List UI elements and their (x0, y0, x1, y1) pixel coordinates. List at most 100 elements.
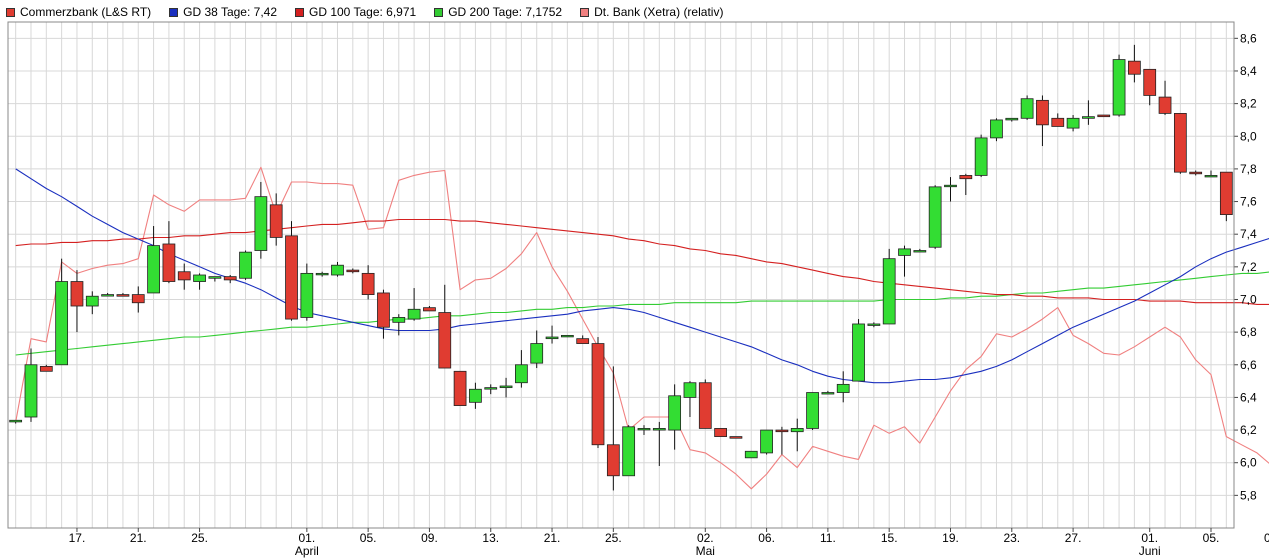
x-tick-label: 25. (191, 531, 208, 545)
candle-body (545, 336, 559, 340)
candle-body (55, 281, 69, 366)
y-tick-label: 6,6 (1240, 358, 1257, 372)
candle-body (438, 312, 452, 369)
chart-container: Commerzbank (L&S RT) GD 38 Tage: 7,42 GD… (0, 0, 1269, 560)
candle-body (1036, 99, 1049, 126)
candle-body (223, 276, 237, 281)
candle-body (392, 317, 406, 323)
candle-body (729, 436, 743, 439)
x-tick-label: 13. (482, 531, 499, 545)
candle-body (24, 364, 38, 418)
candle-body (867, 323, 881, 326)
candle-body (698, 382, 712, 429)
candle-body (790, 428, 804, 433)
x-tick-label: 05. (360, 531, 377, 545)
candle-body (530, 343, 544, 364)
candle-body (974, 137, 988, 176)
x-tick-label: 01. (1141, 531, 1158, 545)
candle-body (423, 307, 436, 312)
candle-body (300, 272, 314, 318)
x-tick-label: 09. (421, 531, 438, 545)
y-tick-label: 7,2 (1240, 260, 1257, 274)
candle-body (177, 271, 191, 281)
candle-body (852, 323, 865, 382)
month-label: April (295, 544, 319, 558)
candle-body (683, 382, 697, 398)
y-tick-label: 7,0 (1240, 292, 1257, 306)
candle-body (39, 366, 53, 372)
candle-body (1143, 68, 1157, 96)
candle-body (515, 364, 528, 384)
candle-body (606, 444, 620, 477)
y-tick-label: 7,6 (1240, 195, 1257, 209)
candle-body (331, 264, 344, 276)
candle-body (576, 338, 590, 344)
candle-body (193, 274, 206, 282)
x-tick-label: 09. (1264, 531, 1269, 545)
candle-body (959, 175, 973, 180)
x-tick-label: 06. (758, 531, 775, 545)
candle-body (882, 258, 896, 325)
candle-body (760, 429, 773, 454)
candles (9, 44, 1233, 491)
candle-body (315, 272, 329, 276)
candle-body (85, 295, 99, 307)
candle-body (637, 428, 651, 431)
candle-body (591, 343, 605, 446)
y-tick-label: 6,0 (1240, 456, 1257, 470)
plot-frame (7, 21, 1235, 529)
candle-body (9, 419, 23, 423)
x-tick-label: 01. (298, 531, 315, 545)
candle-body (1128, 60, 1141, 75)
candle-body (944, 184, 957, 188)
y-tick-label: 8,0 (1240, 129, 1257, 143)
candle-body (162, 243, 176, 282)
series-line-dtbank (15, 166, 1269, 490)
candle-body (775, 429, 789, 433)
candle-body (1173, 113, 1187, 173)
y-tick-label: 6,2 (1240, 423, 1257, 437)
month-label: Mai (696, 544, 715, 558)
candle-body (1158, 96, 1172, 114)
y-tick-label: 8,6 (1240, 31, 1257, 45)
candle-body (1189, 171, 1203, 175)
candle-body (269, 204, 283, 238)
candle-body (990, 119, 1003, 139)
candle-body (484, 387, 498, 390)
candle-body (1112, 59, 1126, 116)
candle-body (1051, 117, 1065, 127)
candle-body (361, 272, 375, 295)
candle-body (70, 281, 84, 307)
candle-body (913, 250, 927, 253)
candle-body (668, 395, 682, 431)
candle-body (346, 269, 360, 273)
axes: 5,8 6,0 6,2 6,4 6,6 6,8 7,0 7,2 7,4 7,6 7,8 8,0 8,2 8… (7, 21, 1269, 558)
series-line-gd100 (15, 218, 1269, 305)
candle-body (1082, 116, 1095, 119)
x-tick-label: 21. (130, 531, 147, 545)
x-tick-label: 25. (605, 531, 622, 545)
candle-body (560, 334, 574, 338)
candle-body (836, 383, 850, 393)
candle-body (898, 248, 911, 256)
y-tick-label: 8,2 (1240, 97, 1257, 111)
candle-body (928, 186, 942, 248)
candle-body (1097, 114, 1111, 118)
grid (8, 22, 1234, 528)
y-tick-label: 5,8 (1240, 488, 1257, 502)
candle-body (131, 294, 145, 304)
y-tick-label: 7,8 (1240, 162, 1257, 176)
candle-body (285, 235, 298, 320)
candlestick-chart: 5,8 6,0 6,2 6,4 6,6 6,8 7,0 7,2 7,4 7,6 7,8 8,0 8,2 8… (7, 21, 1269, 558)
y-tick-label: 6,4 (1240, 390, 1257, 404)
candle-body (821, 392, 835, 395)
candle-body (1020, 98, 1034, 119)
x-tick-label: 19. (942, 531, 959, 545)
x-tick-label: 02. (697, 531, 714, 545)
candle-body (254, 196, 268, 251)
candle-body (101, 294, 114, 297)
y-tick-label: 8,4 (1240, 64, 1257, 78)
candle-body (469, 388, 482, 403)
candle-body (744, 450, 758, 459)
candle-body (208, 276, 222, 279)
